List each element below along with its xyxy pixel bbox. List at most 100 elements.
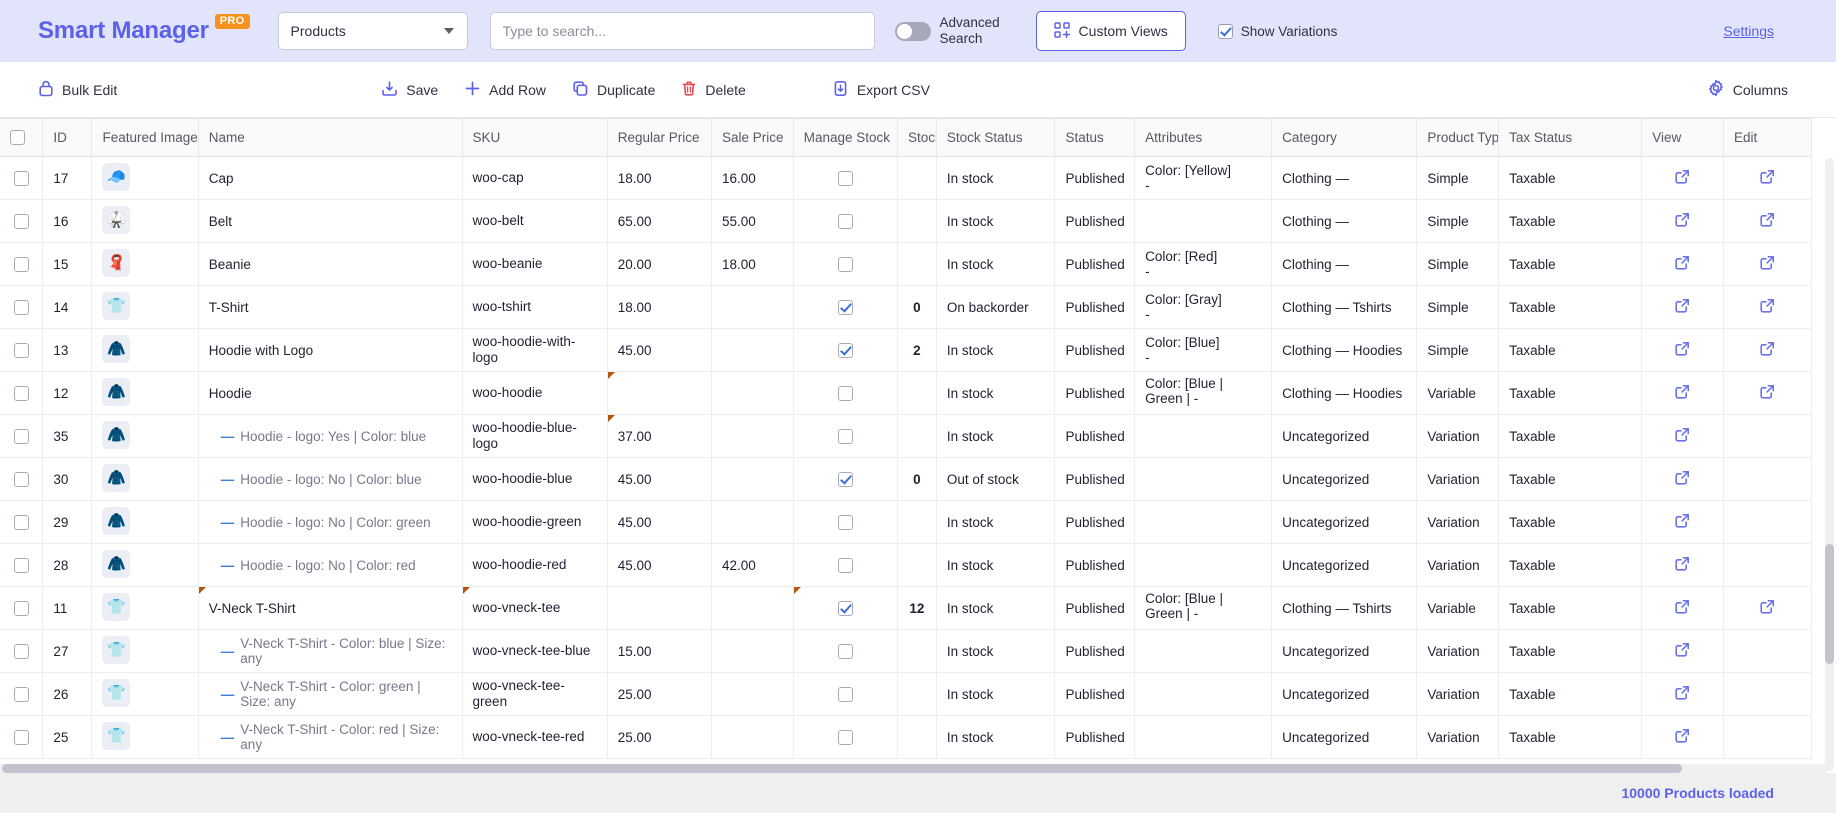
cell-tax-status[interactable]: Taxable	[1498, 457, 1643, 501]
cell-manage-stock[interactable]	[793, 199, 899, 243]
cell-category[interactable]: Uncategorized	[1271, 500, 1418, 544]
cell-id[interactable]: 14	[42, 285, 93, 329]
table-row[interactable]: 15 🧣 Beanie woo-beanie 20.00 18.00 In stock Pub…	[0, 242, 1813, 286]
cell-attributes[interactable]	[1134, 500, 1273, 544]
cell-manage-stock[interactable]	[793, 500, 899, 544]
column-header-name[interactable]: Name	[198, 118, 463, 157]
cell-status[interactable]: Published	[1054, 457, 1136, 501]
settings-link[interactable]: Settings	[1723, 23, 1774, 39]
external-link-icon[interactable]	[1675, 255, 1690, 270]
cell-status[interactable]: Published	[1054, 285, 1136, 329]
cell-attributes[interactable]	[1134, 715, 1273, 759]
cell-edit[interactable]	[1723, 457, 1813, 501]
cell-view[interactable]	[1641, 285, 1724, 329]
cell-edit[interactable]	[1723, 543, 1813, 587]
column-header-manage-stock[interactable]: Manage Stock	[793, 118, 899, 157]
cell-view[interactable]	[1641, 328, 1724, 372]
cell-sale-price[interactable]: 16.00	[711, 156, 794, 200]
cell-regular-price[interactable]	[607, 586, 712, 630]
manage-stock-checkbox[interactable]	[837, 385, 853, 401]
cell-product-type[interactable]: Variable	[1416, 371, 1500, 415]
cell-stock-status[interactable]: In stock	[936, 500, 1056, 544]
table-row[interactable]: 12 🧥 Hoodie woo-hoodie In stock Published Colo…	[0, 371, 1813, 415]
cell-tax-status[interactable]: Taxable	[1498, 715, 1643, 759]
table-row[interactable]: 30 🧥 — Hoodie - logo: No | Color: blue woo-h…	[0, 457, 1813, 501]
cell-id[interactable]: 29	[42, 500, 93, 544]
cell-status[interactable]: Published	[1054, 328, 1136, 372]
row-select-cell[interactable]	[0, 156, 44, 200]
external-link-icon[interactable]	[1675, 298, 1690, 313]
manage-stock-checkbox[interactable]	[837, 643, 853, 659]
cell-status[interactable]: Published	[1054, 414, 1136, 458]
table-row[interactable]: 13 🧥 Hoodie with Logo woo-hoodie-with-logo 4…	[0, 328, 1813, 372]
cell-category[interactable]: Uncategorized	[1271, 715, 1418, 759]
cell-stock-status[interactable]: In stock	[936, 672, 1056, 716]
cell-tax-status[interactable]: Taxable	[1498, 629, 1643, 673]
cell-manage-stock[interactable]	[793, 414, 899, 458]
external-link-icon[interactable]	[1760, 212, 1775, 227]
cell-stock-status[interactable]: In stock	[936, 586, 1056, 630]
cell-product-type[interactable]: Variation	[1416, 500, 1500, 544]
column-header-attributes[interactable]: Attributes	[1134, 118, 1273, 157]
cell-product-type[interactable]: Variation	[1416, 629, 1500, 673]
external-link-icon[interactable]	[1675, 212, 1690, 227]
table-row[interactable]: 28 🧥 — Hoodie - logo: No | Color: red woo-ho…	[0, 543, 1813, 587]
cell-category[interactable]: Clothing — Tshirts	[1271, 285, 1418, 329]
cell-stock[interactable]: 2	[897, 328, 937, 372]
horizontal-scrollbar[interactable]	[0, 764, 1827, 773]
external-link-icon[interactable]	[1675, 169, 1690, 184]
cell-stock[interactable]: 12	[897, 586, 937, 630]
cell-attributes[interactable]	[1134, 414, 1273, 458]
cell-view[interactable]	[1641, 457, 1724, 501]
column-header-view[interactable]: View	[1641, 118, 1724, 157]
row-checkbox[interactable]	[13, 213, 29, 229]
bulk-edit-button[interactable]: Bulk Edit	[38, 80, 117, 100]
cell-tax-status[interactable]: Taxable	[1498, 586, 1643, 630]
cell-status[interactable]: Published	[1054, 371, 1136, 415]
cell-name[interactable]: Hoodie	[198, 371, 463, 415]
manage-stock-checkbox[interactable]	[837, 170, 853, 186]
cell-stock[interactable]	[897, 715, 937, 759]
cell-category[interactable]: Clothing —	[1271, 242, 1418, 286]
column-header-regular-price[interactable]: Regular Price	[607, 118, 712, 157]
cell-view[interactable]	[1641, 414, 1724, 458]
cell-product-type[interactable]: Simple	[1416, 242, 1500, 286]
cell-sale-price[interactable]: 55.00	[711, 199, 794, 243]
cell-product-type[interactable]: Variation	[1416, 543, 1500, 587]
column-header-featured-image[interactable]: Featured Image	[91, 118, 199, 157]
cell-name[interactable]: — Hoodie - logo: Yes | Color: blue	[198, 414, 463, 458]
cell-manage-stock[interactable]	[793, 328, 899, 372]
external-link-icon[interactable]	[1675, 470, 1690, 485]
cell-stock[interactable]	[897, 156, 937, 200]
cell-category[interactable]: Clothing — Hoodies	[1271, 328, 1418, 372]
cell-name[interactable]: — V-Neck T-Shirt - Color: red | Size: any	[198, 715, 463, 759]
cell-manage-stock[interactable]	[793, 672, 899, 716]
cell-product-type[interactable]: Simple	[1416, 285, 1500, 329]
save-button[interactable]: Save	[381, 80, 438, 100]
cell-sku[interactable]: woo-belt	[462, 199, 608, 243]
cell-featured-image[interactable]: 👕	[91, 285, 199, 329]
toggle-switch[interactable]	[894, 21, 931, 41]
cell-featured-image[interactable]: 🧥	[91, 371, 199, 415]
cell-featured-image[interactable]: 👕	[91, 672, 199, 716]
cell-stock[interactable]	[897, 500, 937, 544]
cell-featured-image[interactable]: 👕	[91, 715, 199, 759]
cell-edit[interactable]	[1723, 586, 1813, 630]
cell-name[interactable]: Cap	[198, 156, 463, 200]
add-row-button[interactable]: Add Row	[464, 80, 546, 100]
column-header-sku[interactable]: SKU	[462, 118, 608, 157]
cell-sale-price[interactable]: 42.00	[711, 543, 794, 587]
cell-id[interactable]: 30	[42, 457, 93, 501]
cell-category[interactable]: Uncategorized	[1271, 672, 1418, 716]
external-link-icon[interactable]	[1675, 384, 1690, 399]
cell-name[interactable]: — V-Neck T-Shirt - Color: green | Size: a…	[198, 672, 463, 716]
select-all-checkbox[interactable]	[10, 130, 25, 146]
external-link-icon[interactable]	[1760, 255, 1775, 270]
cell-status[interactable]: Published	[1054, 199, 1136, 243]
cell-tax-status[interactable]: Taxable	[1498, 672, 1643, 716]
cell-stock-status[interactable]: In stock	[936, 199, 1056, 243]
cell-view[interactable]	[1641, 156, 1724, 200]
row-select-cell[interactable]	[0, 629, 44, 673]
cell-id[interactable]: 15	[42, 242, 93, 286]
cell-status[interactable]: Published	[1054, 715, 1136, 759]
